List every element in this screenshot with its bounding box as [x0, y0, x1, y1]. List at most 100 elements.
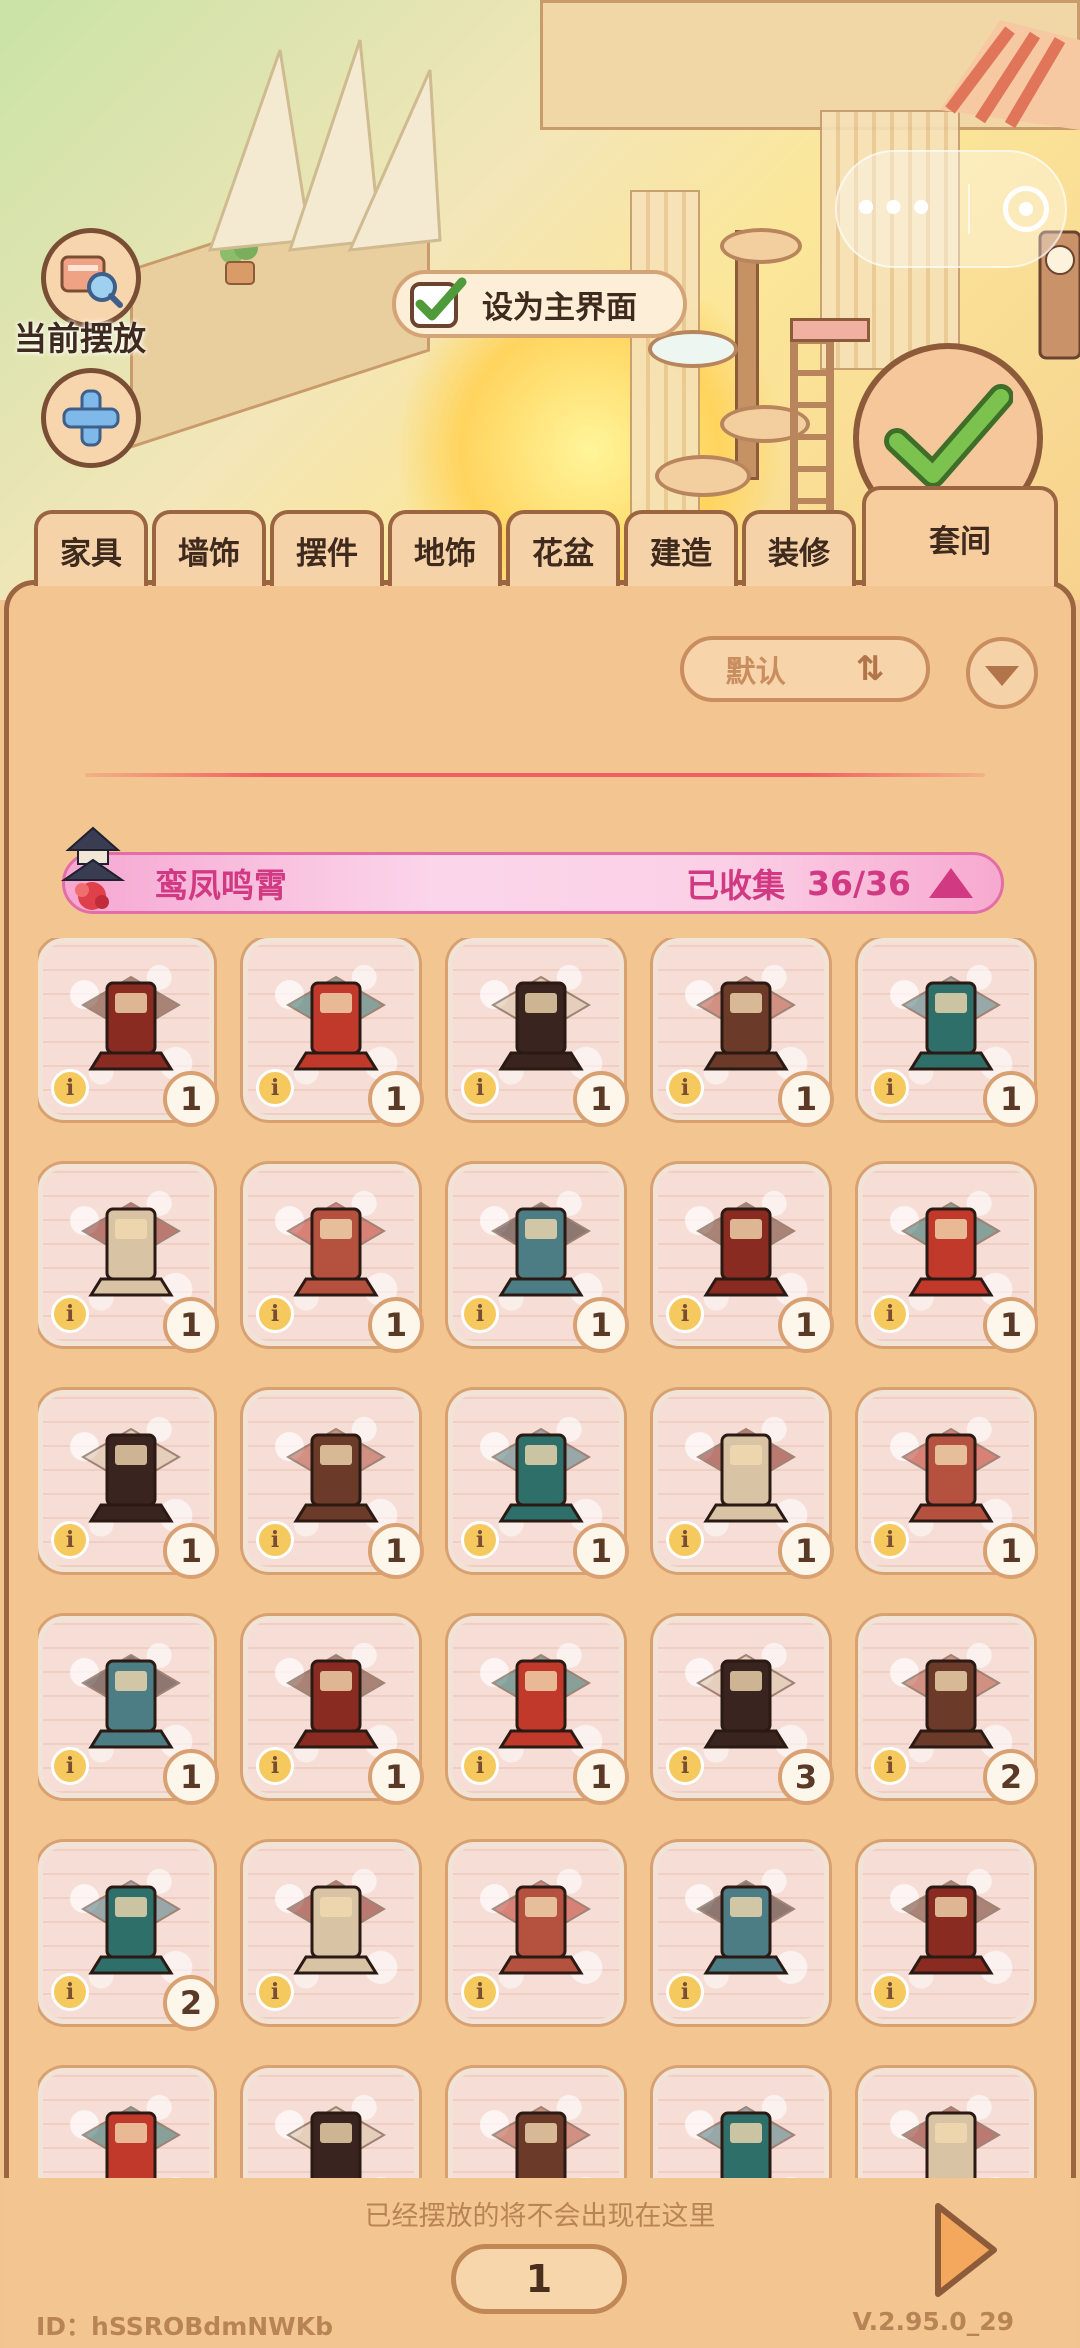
item-card[interactable]: i1 — [858, 1390, 1038, 1579]
quantity-badge: 1 — [368, 1523, 424, 1579]
tab-renovate[interactable]: 装修 — [742, 510, 856, 586]
sort-dropdown[interactable]: 默认 ⇅ — [680, 636, 930, 702]
item-card[interactable]: i — [448, 1842, 624, 2024]
info-icon[interactable]: i — [51, 1069, 89, 1107]
quantity-badge: 1 — [778, 1297, 834, 1353]
quantity-badge: 1 — [573, 1071, 629, 1127]
info-icon[interactable]: i — [871, 1069, 909, 1107]
quantity-badge: 1 — [368, 1071, 424, 1127]
item-card[interactable]: i3 — [653, 1616, 834, 1805]
info-icon[interactable]: i — [666, 1295, 704, 1333]
item-card[interactable]: i1 — [858, 938, 1038, 1127]
info-icon[interactable]: i — [256, 1973, 294, 2011]
more-menu-icon[interactable]: ••• — [853, 186, 936, 232]
info-icon[interactable]: i — [51, 1295, 89, 1333]
info-icon[interactable]: i — [666, 1069, 704, 1107]
info-icon[interactable]: i — [461, 1747, 499, 1785]
armchair-icon — [491, 1653, 591, 1749]
tab-furniture[interactable]: 家具 — [34, 510, 148, 586]
item-card[interactable]: i1 — [38, 1164, 219, 1353]
info-icon[interactable]: i — [461, 1295, 499, 1333]
quantity-badge: 2 — [163, 1975, 219, 2031]
item-card[interactable]: i1 — [243, 1164, 424, 1353]
info-icon[interactable]: i — [666, 1747, 704, 1785]
item-card[interactable]: i — [243, 1842, 419, 2024]
add-button[interactable] — [41, 368, 141, 468]
item-card[interactable]: i2 — [38, 1842, 219, 2031]
item-card[interactable]: i1 — [858, 1164, 1038, 1353]
tab-ornaments[interactable]: 摆件 — [270, 510, 384, 586]
red-door-icon — [286, 1879, 386, 1975]
item-card[interactable]: i1 — [243, 1616, 424, 1805]
info-icon[interactable]: i — [666, 1973, 704, 2011]
item-card[interactable]: i — [653, 1842, 829, 2024]
item-card[interactable]: i — [858, 2068, 1034, 2178]
item-card[interactable]: i1 — [653, 1390, 834, 1579]
info-icon[interactable]: i — [51, 1973, 89, 2011]
item-card[interactable]: i1 — [243, 938, 424, 1127]
tab-build[interactable]: 建造 — [624, 510, 738, 586]
item-card[interactable]: i1 — [448, 1616, 629, 1805]
close-target-icon[interactable] — [1002, 186, 1049, 232]
jade-discs-icon — [81, 1427, 181, 1523]
info-icon[interactable]: i — [461, 1069, 499, 1107]
collapse-arrow-icon[interactable] — [929, 868, 973, 898]
item-card[interactable]: i1 — [38, 938, 219, 1127]
item-card[interactable]: i — [243, 2068, 419, 2178]
set-name: 鸾凤鸣霄 — [155, 866, 287, 905]
set-as-main-button[interactable]: 设为主界面 — [392, 270, 687, 338]
info-icon[interactable]: i — [51, 1747, 89, 1785]
curtain-doorway-icon — [696, 1653, 796, 1749]
feather-rug-icon — [901, 1879, 1001, 1975]
item-card[interactable]: i — [448, 2068, 624, 2178]
item-card[interactable]: i — [858, 1842, 1034, 2024]
tab-suites[interactable]: 套间 — [862, 486, 1058, 586]
pink-shelf — [790, 318, 870, 342]
snow-block-icon — [81, 2105, 181, 2178]
info-icon[interactable]: i — [461, 1521, 499, 1559]
item-grid: i1i1i1i1i1i1i1i1i1i1i1i1i1i1i1i1i1i1i3i2… — [38, 938, 1038, 2178]
info-icon[interactable]: i — [461, 1973, 499, 2011]
item-card[interactable]: i1 — [243, 1390, 424, 1579]
item-card[interactable]: i1 — [653, 938, 834, 1127]
bonsai-icon — [696, 1427, 796, 1523]
current-placement-label: 当前摆放 — [14, 319, 146, 358]
page-number[interactable]: 1 — [451, 2244, 627, 2314]
set-header-bar[interactable]: 鸾凤鸣霄 已收集 36/36 — [62, 852, 1004, 914]
tab-flower-pots[interactable]: 花盆 — [506, 510, 620, 586]
quantity-badge: 1 — [573, 1749, 629, 1805]
palm-leaves-icon — [207, 39, 442, 252]
info-icon[interactable]: i — [871, 1973, 909, 2011]
quantity-badge: 1 — [778, 1071, 834, 1127]
item-card[interactable]: i1 — [38, 1390, 219, 1579]
info-icon[interactable]: i — [256, 1521, 294, 1559]
item-card[interactable]: i — [38, 2068, 214, 2178]
version-label: V.2.95.0_29 — [852, 2307, 1015, 2336]
item-card[interactable]: i1 — [448, 1164, 629, 1353]
item-card[interactable]: i2 — [858, 1616, 1038, 1805]
info-icon[interactable]: i — [871, 1747, 909, 1785]
ladder — [790, 330, 834, 530]
item-card[interactable]: i — [653, 2068, 829, 2178]
study-mat-icon — [81, 1653, 181, 1749]
pagoda-emblem-icon — [60, 826, 126, 910]
info-icon[interactable]: i — [871, 1521, 909, 1559]
tab-wall-decor[interactable]: 墙饰 — [152, 510, 266, 586]
item-card[interactable]: i1 — [38, 1616, 219, 1805]
tab-floor-decor[interactable]: 地饰 — [388, 510, 502, 586]
info-icon[interactable]: i — [871, 1295, 909, 1333]
info-icon[interactable]: i — [51, 1521, 89, 1559]
daybed-icon — [901, 1427, 1001, 1523]
item-card[interactable]: i1 — [653, 1164, 834, 1353]
item-card[interactable]: i1 — [448, 938, 629, 1127]
info-icon[interactable]: i — [666, 1521, 704, 1559]
info-icon[interactable]: i — [256, 1747, 294, 1785]
info-icon[interactable]: i — [256, 1069, 294, 1107]
sort-label: 默认 — [725, 655, 786, 690]
info-icon[interactable]: i — [256, 1295, 294, 1333]
quantity-badge: 1 — [778, 1523, 834, 1579]
filter-dropdown-button[interactable] — [966, 637, 1038, 709]
next-page-arrow-icon[interactable] — [928, 2200, 1000, 2300]
item-card[interactable]: i1 — [448, 1390, 629, 1579]
long-table-icon — [286, 1427, 386, 1523]
